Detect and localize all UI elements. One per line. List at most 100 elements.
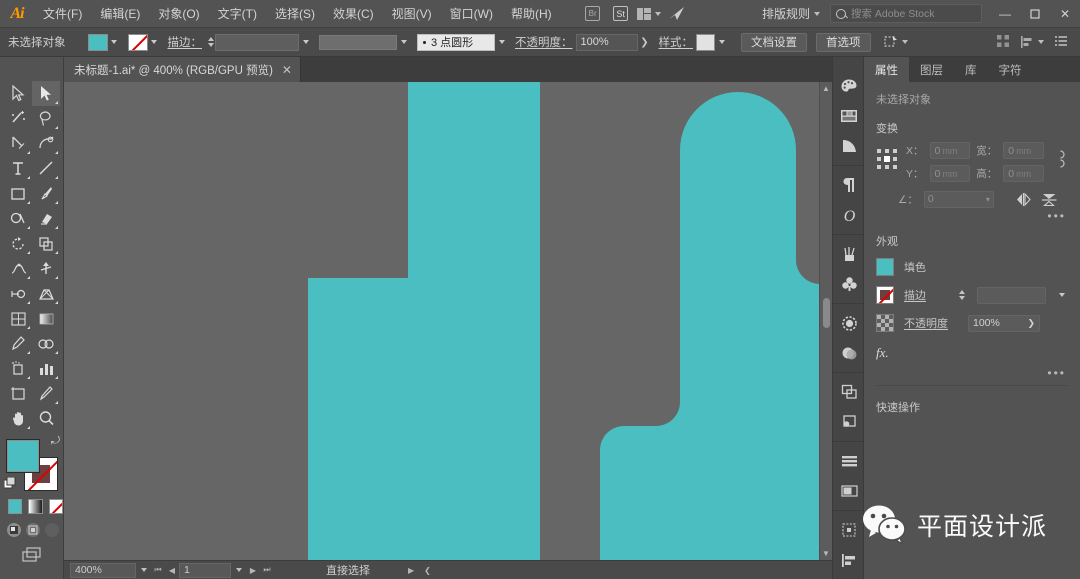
column-graph-tool[interactable]: [32, 356, 60, 381]
angle-field[interactable]: 0 ▾: [923, 190, 994, 208]
stroke-weight-stepper[interactable]: [206, 34, 215, 51]
style-dropdown-icon[interactable]: [715, 34, 728, 51]
stroke-dropdown-icon[interactable]: [148, 34, 161, 51]
mesh-tool[interactable]: [4, 306, 32, 331]
artboard-number-field[interactable]: 1: [179, 562, 231, 578]
align-rows-panel-icon[interactable]: [833, 446, 865, 476]
screen-mode-button[interactable]: [0, 547, 63, 563]
scrollbar-thumb[interactable]: [823, 298, 830, 328]
line-segment-tool[interactable]: [32, 156, 60, 181]
draw-behind-button[interactable]: [26, 523, 40, 537]
opacity-label[interactable]: 不透明度：: [515, 34, 573, 50]
align-panel-dock-icon[interactable]: [833, 545, 865, 575]
canvas-vertical-scrollbar[interactable]: ▲ ▼: [819, 82, 832, 560]
next-artboard-button[interactable]: ▶: [246, 561, 260, 579]
tab-layers[interactable]: 图层: [909, 57, 954, 82]
menu-effect[interactable]: 效果(C): [324, 0, 383, 28]
tab-libraries[interactable]: 库: [954, 57, 988, 82]
fx-button[interactable]: fx.: [864, 337, 1080, 361]
zoom-dropdown-icon[interactable]: [136, 568, 151, 572]
swap-fill-stroke-icon[interactable]: ⤾: [51, 435, 60, 448]
window-minimize-button[interactable]: —: [990, 0, 1020, 28]
rotate-tool[interactable]: [4, 231, 32, 256]
appearance-fill-swatch[interactable]: [876, 258, 894, 276]
brushes-panel-icon[interactable]: [833, 239, 865, 269]
stroke-label[interactable]: 描边：: [168, 34, 203, 50]
reference-point-icon[interactable]: [876, 148, 898, 170]
style-label[interactable]: 样式：: [659, 34, 694, 50]
flip-vertical-icon[interactable]: [1040, 190, 1060, 208]
magic-wand-tool[interactable]: [4, 106, 32, 131]
zoom-level-field[interactable]: 400%: [70, 562, 136, 578]
appearance-more-icon[interactable]: •••: [864, 361, 1080, 379]
appearance-stroke-weight-field[interactable]: [976, 286, 1046, 304]
shaper-tool[interactable]: [4, 206, 32, 231]
stock-search-box[interactable]: [830, 4, 982, 23]
width-field[interactable]: 0 mm: [1003, 142, 1044, 159]
appearance-opacity-label[interactable]: 不透明度: [904, 315, 958, 331]
swatches-panel-icon[interactable]: [833, 101, 865, 131]
gradient-tool[interactable]: [32, 306, 60, 331]
prev-artboard-button[interactable]: ◀: [165, 561, 179, 579]
style-swatch[interactable]: [696, 33, 715, 51]
document-options-icon[interactable]: [1054, 34, 1068, 51]
stock-icon[interactable]: St: [609, 3, 633, 25]
blend-tool[interactable]: [32, 331, 60, 356]
symbol-sprayer-tool[interactable]: [4, 356, 32, 381]
status-collapse-icon[interactable]: ❮: [424, 566, 431, 575]
transform-more-icon[interactable]: •••: [864, 208, 1080, 222]
fill-swatch[interactable]: [87, 33, 108, 51]
window-maximize-button[interactable]: [1020, 0, 1050, 28]
pen-tool[interactable]: [4, 131, 32, 156]
menu-object[interactable]: 对象(O): [149, 0, 208, 28]
last-artboard-button[interactable]: ⏭: [260, 561, 274, 579]
document-tab[interactable]: 未标题-1.ai* @ 400% (RGB/GPU 预览) ✕: [64, 57, 301, 82]
align-grid-icon[interactable]: [996, 34, 1010, 51]
artboard-dropdown-icon[interactable]: [231, 568, 246, 572]
appearance-panel-icon[interactable]: [833, 338, 865, 368]
window-close-button[interactable]: ✕: [1050, 0, 1080, 28]
paper-plane-icon[interactable]: [665, 3, 689, 25]
typography-rule-menu[interactable]: 排版规则: [758, 5, 824, 22]
color-panel-icon[interactable]: [833, 71, 865, 101]
preferences-button[interactable]: 首选项: [816, 32, 871, 52]
select-similar-icon[interactable]: [883, 31, 908, 53]
free-transform-tool[interactable]: [32, 256, 60, 281]
menu-help[interactable]: 帮助(H): [502, 0, 561, 28]
lasso-tool[interactable]: [32, 106, 60, 131]
stroke-style-dropdown-icon[interactable]: [495, 34, 508, 51]
search-input[interactable]: [851, 7, 976, 20]
close-icon[interactable]: ✕: [282, 63, 292, 77]
selection-tool[interactable]: [4, 81, 32, 106]
symbols-panel-icon[interactable]: [833, 269, 865, 299]
arrange-documents-icon[interactable]: [636, 3, 661, 25]
fill-dropdown-icon[interactable]: [108, 34, 121, 51]
canvas-area[interactable]: ▲ ▼: [64, 82, 832, 560]
character-panel-icon[interactable]: O: [833, 200, 865, 230]
menu-select[interactable]: 选择(S): [266, 0, 324, 28]
scroll-down-icon[interactable]: ▼: [820, 547, 832, 560]
direct-selection-tool[interactable]: [32, 81, 60, 106]
opacity-expand-icon[interactable]: ❯: [638, 34, 652, 51]
tab-properties[interactable]: 属性: [864, 57, 909, 82]
gradient-panel-icon[interactable]: [833, 131, 865, 161]
scale-tool[interactable]: [32, 231, 60, 256]
stroke-profile-field[interactable]: [319, 34, 397, 50]
graphic-styles-panel-icon[interactable]: [833, 407, 865, 437]
height-field[interactable]: 0 mm: [1003, 165, 1044, 182]
stroke-swatch[interactable]: [127, 33, 148, 51]
artboard-tool[interactable]: [4, 381, 32, 406]
first-artboard-button[interactable]: ⏮: [151, 561, 165, 579]
gradient-mode-button[interactable]: [28, 499, 43, 514]
appearance-stroke-swatch[interactable]: [876, 286, 894, 304]
eraser-tool[interactable]: [32, 206, 60, 231]
menu-type[interactable]: 文字(T): [209, 0, 266, 28]
status-expand-icon[interactable]: ▶: [408, 566, 414, 575]
draw-inside-button[interactable]: [45, 523, 59, 537]
toolbar-fill-swatch[interactable]: [6, 439, 40, 473]
paintbrush-tool[interactable]: [32, 181, 60, 206]
paragraph-panel-icon[interactable]: [833, 170, 865, 200]
stroke-profile-dropdown-icon[interactable]: [397, 34, 410, 51]
stroke-weight-field[interactable]: [215, 33, 299, 51]
tab-character[interactable]: 字符: [988, 57, 1033, 82]
